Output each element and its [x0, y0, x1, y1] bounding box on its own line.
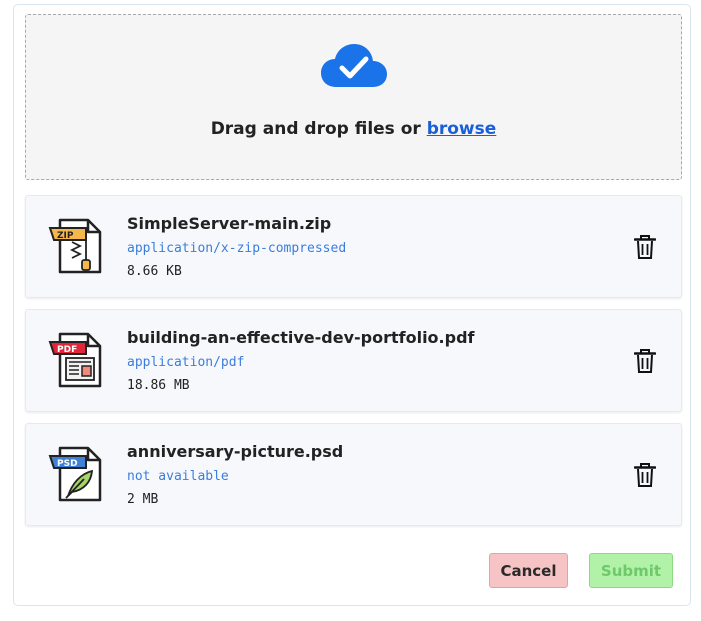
trash-icon[interactable] [634, 235, 656, 259]
dropzone-instructions: Drag and drop files or browse [26, 119, 681, 139]
file-name: anniversary-picture.psd [127, 442, 344, 461]
file-name: building-an-effective-dev-portfolio.pdf [127, 328, 475, 347]
file-type: application/pdf [127, 355, 245, 370]
zip-badge-text: ZIP [57, 231, 74, 241]
file-item: PDF building-an-effective-dev-portfolio.… [25, 309, 682, 412]
file-size: 8.66 KB [127, 264, 182, 279]
upload-panel: Drag and drop files or browse ZIP Simple… [13, 4, 691, 606]
pdf-file-icon: PDF [48, 332, 102, 388]
file-size: 2 MB [127, 492, 159, 507]
submit-button[interactable]: Submit [589, 553, 673, 588]
dropzone[interactable]: Drag and drop files or browse [25, 14, 682, 180]
trash-icon[interactable] [634, 463, 656, 487]
psd-badge-text: PSD [57, 459, 78, 469]
file-name: SimpleServer-main.zip [127, 214, 332, 233]
pdf-badge-text: PDF [57, 345, 77, 355]
dropzone-text: Drag and drop files or [210, 119, 427, 139]
file-item: ZIP SimpleServer-main.zip application/x-… [25, 195, 682, 298]
cloud-check-icon [321, 44, 387, 87]
psd-file-icon: PSD [48, 446, 102, 502]
zip-file-icon: ZIP [48, 218, 102, 274]
trash-icon[interactable] [634, 349, 656, 373]
file-type: not available [127, 469, 229, 484]
cancel-button[interactable]: Cancel [489, 553, 568, 588]
file-size: 18.86 MB [127, 378, 190, 393]
browse-link[interactable]: browse [427, 119, 497, 139]
file-type: application/x-zip-compressed [127, 241, 347, 256]
file-item: PSD anniversary-picture.psd not availabl… [25, 423, 682, 526]
